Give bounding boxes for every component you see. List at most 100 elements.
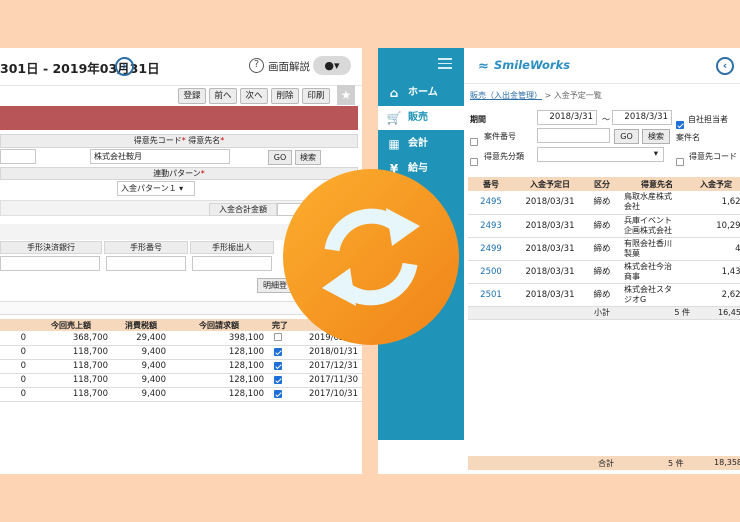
bill-drawer-field[interactable] — [192, 256, 272, 271]
table-header-row: 番号 入金予定日 区分 得意先名 入金予定 — [468, 177, 740, 191]
title-bar — [0, 106, 358, 130]
home-icon: ⌂ — [389, 86, 399, 100]
cell-a: 0 — [0, 331, 30, 346]
cell-sales: 118,700 — [30, 359, 112, 374]
record-number-link[interactable]: 2493 — [468, 214, 514, 238]
customer-code-field[interactable] — [0, 149, 36, 164]
nav-home[interactable]: ⌂ ホーム — [378, 81, 464, 105]
done-checkbox[interactable] — [268, 373, 292, 388]
cell-tax: 9,400 — [112, 387, 170, 402]
cell-date: 2017/11/30 — [292, 373, 362, 388]
cell-kind: 締め — [586, 283, 618, 307]
next-button[interactable]: 次へ — [240, 88, 268, 104]
cell-date: 2017/12/31 — [292, 359, 362, 374]
search-button[interactable]: 検索 — [295, 150, 321, 165]
menu-icon[interactable] — [438, 58, 452, 69]
help-icon[interactable]: ? — [249, 58, 264, 73]
subtotal-amount: 16,450 — [696, 306, 740, 320]
logo: SmileWorks — [494, 58, 571, 72]
record-number-link[interactable]: 2501 — [468, 283, 514, 307]
help-link[interactable]: 画面解説 — [268, 59, 310, 74]
chevron-right-icon[interactable]: › — [115, 57, 134, 76]
customer-header: 得意先コード* 得意先名* — [0, 134, 358, 148]
print-button[interactable]: 印刷 — [302, 88, 330, 104]
cell-amount: 1,437 — [696, 260, 740, 284]
register-button[interactable]: 登録 — [178, 88, 206, 104]
own-staff-label: 自社担当者 — [688, 115, 728, 124]
table-row[interactable]: 0 118,700 9,400 128,100 2017/11/30 — [0, 373, 362, 388]
chevron-left-icon[interactable]: ‹ — [716, 57, 734, 75]
customer-code-checkbox[interactable] — [676, 151, 684, 170]
table-row[interactable]: 0 118,700 9,400 128,100 2017/12/31 — [0, 359, 362, 374]
customer-category-checkbox[interactable] — [470, 151, 478, 170]
prev-button[interactable]: 前へ — [209, 88, 237, 104]
search-button[interactable]: 検索 — [642, 129, 670, 144]
bill-drawer-header: 手形振出人 — [190, 241, 274, 254]
cell-amount: 47 — [696, 237, 740, 261]
table-row[interactable]: 25002018/03/31締め株式会社今治 商事1,437 — [468, 260, 740, 284]
breadcrumb-link[interactable]: 販売（入出金管理） — [470, 91, 542, 100]
go-button[interactable]: GO — [268, 150, 292, 165]
cell-a: 0 — [0, 387, 30, 402]
cell-kind: 締め — [586, 191, 618, 215]
period-title: 301日 - 2019年03月31日 — [0, 61, 160, 76]
record-number-link[interactable]: 2499 — [468, 237, 514, 261]
delete-button[interactable]: 削除 — [271, 88, 299, 104]
linked-pattern-select[interactable]: 入金パターン１ ▾ — [117, 181, 195, 196]
user-icon: ● — [324, 59, 335, 72]
table-row[interactable]: 0 118,700 9,400 128,100 2017/10/31 — [0, 387, 362, 402]
table-row[interactable]: 0 118,700 9,400 128,100 2018/01/31 — [0, 345, 362, 360]
period-to-field[interactable]: 2018/3/31 — [612, 110, 672, 125]
done-checkbox[interactable] — [268, 359, 292, 374]
cell-billed: 128,100 — [170, 345, 268, 360]
cell-sales: 368,700 — [30, 331, 112, 346]
star-icon[interactable]: ★ — [337, 85, 355, 105]
bill-number-field[interactable] — [106, 256, 186, 271]
cell-tax: 9,400 — [112, 373, 170, 388]
cell-tax: 9,400 — [112, 359, 170, 374]
bill-bank-header: 手形決済銀行 — [0, 241, 102, 254]
cell-customer-name: 兵庫イベント 企画株式会社 — [618, 214, 696, 238]
cell-date: 2018/01/31 — [292, 345, 362, 360]
record-number-link[interactable]: 2495 — [468, 191, 514, 215]
cell-billed: 128,100 — [170, 373, 268, 388]
case-number-field[interactable] — [537, 128, 610, 143]
case-name-label: 案件名 — [676, 133, 700, 142]
table-row[interactable]: 24952018/03/31締め鳥取水産株式 会社1,620 — [468, 191, 740, 215]
cell-date: 2018/03/31 — [514, 191, 586, 215]
customer-code-label: 得意先コード — [689, 152, 737, 161]
table-row[interactable]: 24992018/03/31締め有限会社香川 製菓47 — [468, 237, 740, 261]
cell-tax: 9,400 — [112, 345, 170, 360]
nav-sales[interactable]: 🛒 販売 — [378, 106, 464, 130]
bill-bank-field[interactable] — [0, 256, 100, 271]
cell-kind: 締め — [586, 214, 618, 238]
customer-category-select[interactable]: ▾ — [537, 147, 664, 162]
cell-customer-name: 株式会社スタ ジオG — [618, 283, 696, 307]
user-menu-button[interactable]: ●▾ — [313, 56, 351, 75]
cell-customer-name: 株式会社今治 商事 — [618, 260, 696, 284]
cell-kind: 締め — [586, 237, 618, 261]
cart-icon: 🛒 — [386, 111, 402, 125]
table-row[interactable]: 24932018/03/31締め兵庫イベント 企画株式会社10,297 — [468, 214, 740, 238]
cell-kind: 締め — [586, 260, 618, 284]
done-checkbox[interactable] — [268, 345, 292, 360]
case-number-checkbox[interactable] — [470, 131, 478, 150]
subtotal-row: 小計5 件16,450 — [468, 306, 740, 320]
cell-tax: 29,400 — [112, 331, 170, 346]
done-checkbox[interactable] — [268, 387, 292, 402]
record-number-link[interactable]: 2500 — [468, 260, 514, 284]
period-from-field[interactable]: 2018/3/31 — [537, 110, 597, 125]
cell-billed: 128,100 — [170, 359, 268, 374]
go-button[interactable]: GO — [614, 129, 639, 144]
customer-name-field[interactable]: 株式会社鞍月 — [90, 149, 230, 164]
cell-a: 0 — [0, 373, 30, 388]
cell-amount: 1,620 — [696, 191, 740, 215]
breadcrumb: 販売（入出金管理） > 入金予定一覧 — [470, 91, 602, 100]
nav-accounting[interactable]: ▦ 会計 — [378, 132, 464, 156]
deposit-total-label: 入金合計金額 — [209, 203, 277, 216]
cell-billed: 128,100 — [170, 387, 268, 402]
cell-date: 2018/03/31 — [514, 260, 586, 284]
sync-icon — [283, 169, 459, 345]
own-staff-checkbox[interactable] — [676, 114, 684, 133]
table-row[interactable]: 25012018/03/31締め株式会社スタ ジオG2,624 — [468, 283, 740, 307]
